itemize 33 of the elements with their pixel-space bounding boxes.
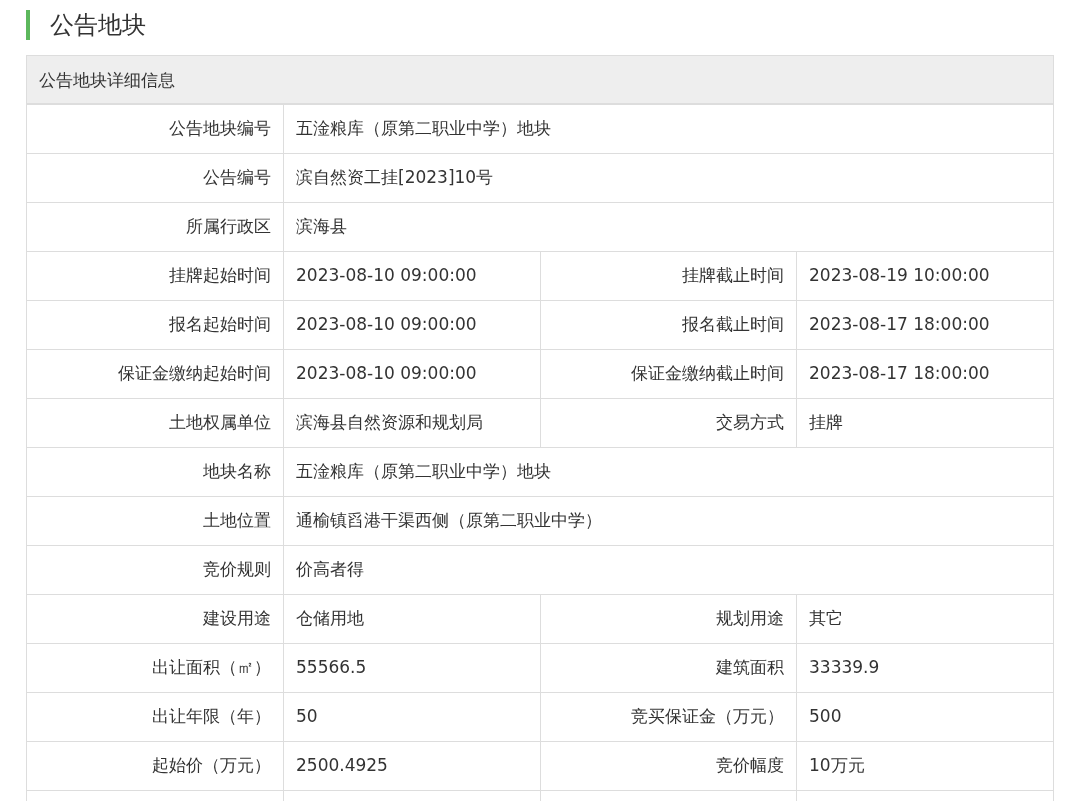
field-label: 挂牌截止时间 [540, 251, 797, 301]
field-label: 竞买保证金（万元） [540, 692, 797, 742]
field-label: 所属行政区 [27, 202, 284, 252]
field-value: 仓储用地 [283, 594, 540, 644]
field-label: 报名起始时间 [27, 300, 284, 350]
field-label: 竞价规则 [27, 545, 284, 595]
field-label: 公告地块编号 [27, 104, 284, 154]
field-value: 50 [283, 692, 540, 742]
field-value: 滨海县自然资源和规划局 [283, 398, 540, 448]
field-value: 55566.5 [283, 643, 540, 693]
field-value: 五淦粮库（原第二职业中学）地块 [283, 104, 1053, 154]
field-label: 保证金缴纳截止时间 [540, 349, 797, 399]
field-value: 2023-08-10 09:00:00 [283, 349, 540, 399]
field-label: 地块名称 [27, 447, 284, 497]
field-label: 建筑面积 [540, 643, 797, 693]
section-title: 公告地块 [26, 10, 1054, 40]
field-label: 起始价（万元） [27, 741, 284, 791]
field-value: 2023-08-10 09:00:00 [283, 300, 540, 350]
field-label: 公告编号 [27, 153, 284, 203]
field-label: 报名截止时间 [540, 300, 797, 350]
field-value: 2500.4925 [283, 741, 540, 791]
field-label: 挂牌起始时间 [27, 251, 284, 301]
field-label: 交易方式 [540, 398, 797, 448]
field-label: 规划用途 [540, 594, 797, 644]
field-label: 土地位置 [27, 496, 284, 546]
field-label: 土地权属单位 [27, 398, 284, 448]
field-label: 出让面积（㎡） [27, 643, 284, 693]
field-label: 建设用途 [27, 594, 284, 644]
field-value: 2023-08-10 09:00:00 [283, 251, 540, 301]
field-label: 竞价幅度 [540, 741, 797, 791]
field-label: 保证金缴纳起始时间 [27, 349, 284, 399]
panel-heading: 公告地块详细信息 [27, 56, 1053, 104]
field-label: 出让年限（年） [27, 692, 284, 742]
